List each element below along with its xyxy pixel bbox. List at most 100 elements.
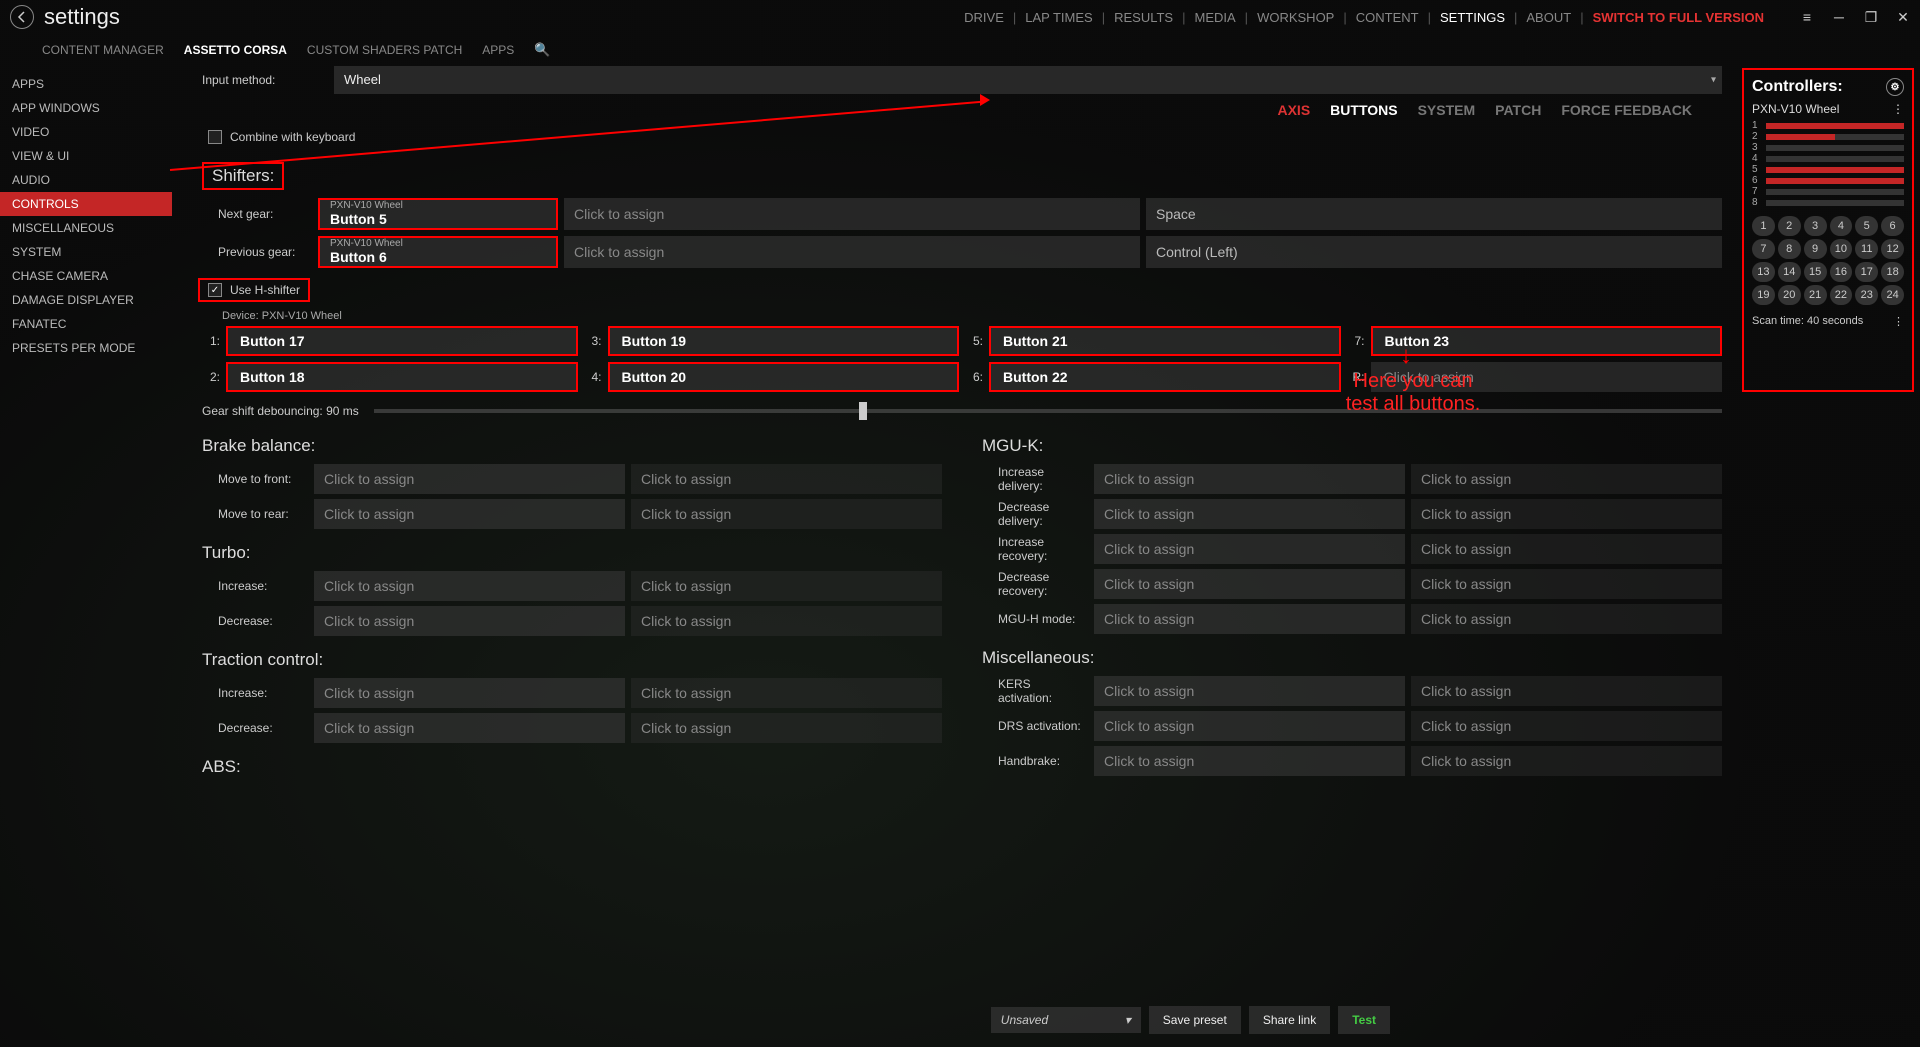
more-icon[interactable]: ⋮ [1892,102,1904,116]
subnav-apps[interactable]: APPS [482,43,514,57]
assign-secondary[interactable]: Click to assign [631,678,942,708]
gear-icon[interactable]: ⚙ [1886,78,1904,96]
controller-button[interactable]: 8 [1778,239,1801,259]
tab-buttons[interactable]: BUTTONS [1330,102,1397,118]
subnav-csp[interactable]: CUSTOM SHADERS PATCH [307,43,462,57]
assign-secondary[interactable]: Click to assign [631,713,942,743]
assign-secondary[interactable]: Click to assign [1411,569,1722,599]
assign-secondary[interactable]: Click to assign [1411,499,1722,529]
test-button[interactable]: Test [1338,1006,1390,1034]
assign-primary[interactable]: Click to assign [314,464,625,494]
assign-primary[interactable]: Click to assign [314,499,625,529]
sidebar-damage-displayer[interactable]: DAMAGE DISPLAYER [0,288,172,312]
assign-primary[interactable]: Click to assign [1094,464,1405,494]
window-close[interactable]: ✕ [1896,10,1910,24]
controller-button[interactable]: 24 [1881,285,1904,305]
assign-secondary[interactable]: Click to assign [1411,604,1722,634]
share-link-button[interactable]: Share link [1249,1006,1330,1034]
use-hshifter-checkbox[interactable] [208,283,222,297]
nav-content[interactable]: CONTENT [1350,10,1425,25]
sidebar-view-ui[interactable]: VIEW & UI [0,144,172,168]
assign-primary[interactable]: Click to assign [314,678,625,708]
hamburger-icon[interactable]: ≡ [1800,10,1814,24]
prev-gear-keyboard[interactable]: Control (Left) [1146,236,1722,268]
hshifter-slot[interactable]: Button 18 [226,362,578,392]
hshifter-slot[interactable]: Button 17 [226,326,578,356]
tab-patch[interactable]: PATCH [1495,102,1541,118]
controller-button[interactable]: 9 [1804,239,1827,259]
prev-gear-primary[interactable]: PXN-V10 Wheel Button 6 [318,236,558,268]
next-gear-primary[interactable]: PXN-V10 Wheel Button 5 [318,198,558,230]
controller-button[interactable]: 2 [1778,216,1801,236]
assign-primary[interactable]: Click to assign [314,571,625,601]
window-maximize[interactable]: ❐ [1864,10,1878,24]
sidebar-misc[interactable]: MISCELLANEOUS [0,216,172,240]
nav-settings[interactable]: SETTINGS [1434,10,1511,25]
input-method-select[interactable]: Wheel [334,66,1722,94]
nav-about[interactable]: ABOUT [1520,10,1577,25]
assign-primary[interactable]: Click to assign [1094,569,1405,599]
nav-switch-full[interactable]: SWITCH TO FULL VERSION [1587,10,1770,25]
controller-button[interactable]: 13 [1752,262,1775,282]
subnav-assetto-corsa[interactable]: ASSETTO CORSA [184,43,287,57]
assign-secondary[interactable]: Click to assign [1411,711,1722,741]
controller-button[interactable]: 23 [1855,285,1878,305]
assign-primary[interactable]: Click to assign [314,606,625,636]
assign-primary[interactable]: Click to assign [1094,711,1405,741]
assign-secondary[interactable]: Click to assign [1411,676,1722,706]
back-button[interactable] [10,5,34,29]
assign-secondary[interactable]: Click to assign [1411,534,1722,564]
controller-button[interactable]: 15 [1804,262,1827,282]
hshifter-slot[interactable]: Button 21 [989,326,1341,356]
sidebar-controls[interactable]: CONTROLS [0,192,172,216]
debounce-slider[interactable] [374,409,1722,413]
sidebar-chase-camera[interactable]: CHASE CAMERA [0,264,172,288]
controller-button[interactable]: 6 [1881,216,1904,236]
assign-primary[interactable]: Click to assign [1094,534,1405,564]
sidebar-app-windows[interactable]: APP WINDOWS [0,96,172,120]
assign-primary[interactable]: Click to assign [1094,604,1405,634]
assign-primary[interactable]: Click to assign [1094,499,1405,529]
tab-axis[interactable]: AXIS [1277,102,1310,118]
assign-secondary[interactable]: Click to assign [631,499,942,529]
combine-keyboard-checkbox[interactable] [208,130,222,144]
tab-ffb[interactable]: FORCE FEEDBACK [1561,102,1692,118]
hshifter-slot[interactable]: Click to assign [1371,362,1723,392]
window-minimize[interactable]: ─ [1832,10,1846,24]
assign-secondary[interactable]: Click to assign [1411,746,1722,776]
hshifter-slot[interactable]: Button 23 [1371,326,1723,356]
sidebar-audio[interactable]: AUDIO [0,168,172,192]
controller-button[interactable]: 22 [1830,285,1853,305]
controller-button[interactable]: 1 [1752,216,1775,236]
sidebar-apps[interactable]: APPS [0,72,172,96]
controller-button[interactable]: 5 [1855,216,1878,236]
sidebar-system[interactable]: SYSTEM [0,240,172,264]
assign-primary[interactable]: Click to assign [1094,676,1405,706]
nav-drive[interactable]: DRIVE [958,10,1010,25]
controller-button[interactable]: 21 [1804,285,1827,305]
controller-button[interactable]: 19 [1752,285,1775,305]
controller-button[interactable]: 14 [1778,262,1801,282]
assign-primary[interactable]: Click to assign [314,713,625,743]
assign-secondary[interactable]: Click to assign [631,464,942,494]
hshifter-slot[interactable]: Button 22 [989,362,1341,392]
search-icon[interactable]: 🔍 [534,42,550,58]
controller-button[interactable]: 16 [1830,262,1853,282]
sidebar-fanatec[interactable]: FANATEC [0,312,172,336]
next-gear-secondary[interactable]: Click to assign [564,198,1140,230]
controller-button[interactable]: 18 [1881,262,1904,282]
controller-button[interactable]: 10 [1830,239,1853,259]
controller-button[interactable]: 12 [1881,239,1904,259]
preset-select[interactable]: Unsaved▾ [991,1007,1141,1033]
controller-button[interactable]: 11 [1855,239,1878,259]
tab-system[interactable]: SYSTEM [1418,102,1476,118]
assign-secondary[interactable]: Click to assign [631,606,942,636]
controller-button[interactable]: 17 [1855,262,1878,282]
assign-primary[interactable]: Click to assign [1094,746,1405,776]
assign-secondary[interactable]: Click to assign [631,571,942,601]
nav-media[interactable]: MEDIA [1189,10,1242,25]
prev-gear-secondary[interactable]: Click to assign [564,236,1140,268]
next-gear-keyboard[interactable]: Space [1146,198,1722,230]
slider-thumb[interactable] [859,402,867,420]
more-icon[interactable]: ⋮ [1893,315,1904,328]
